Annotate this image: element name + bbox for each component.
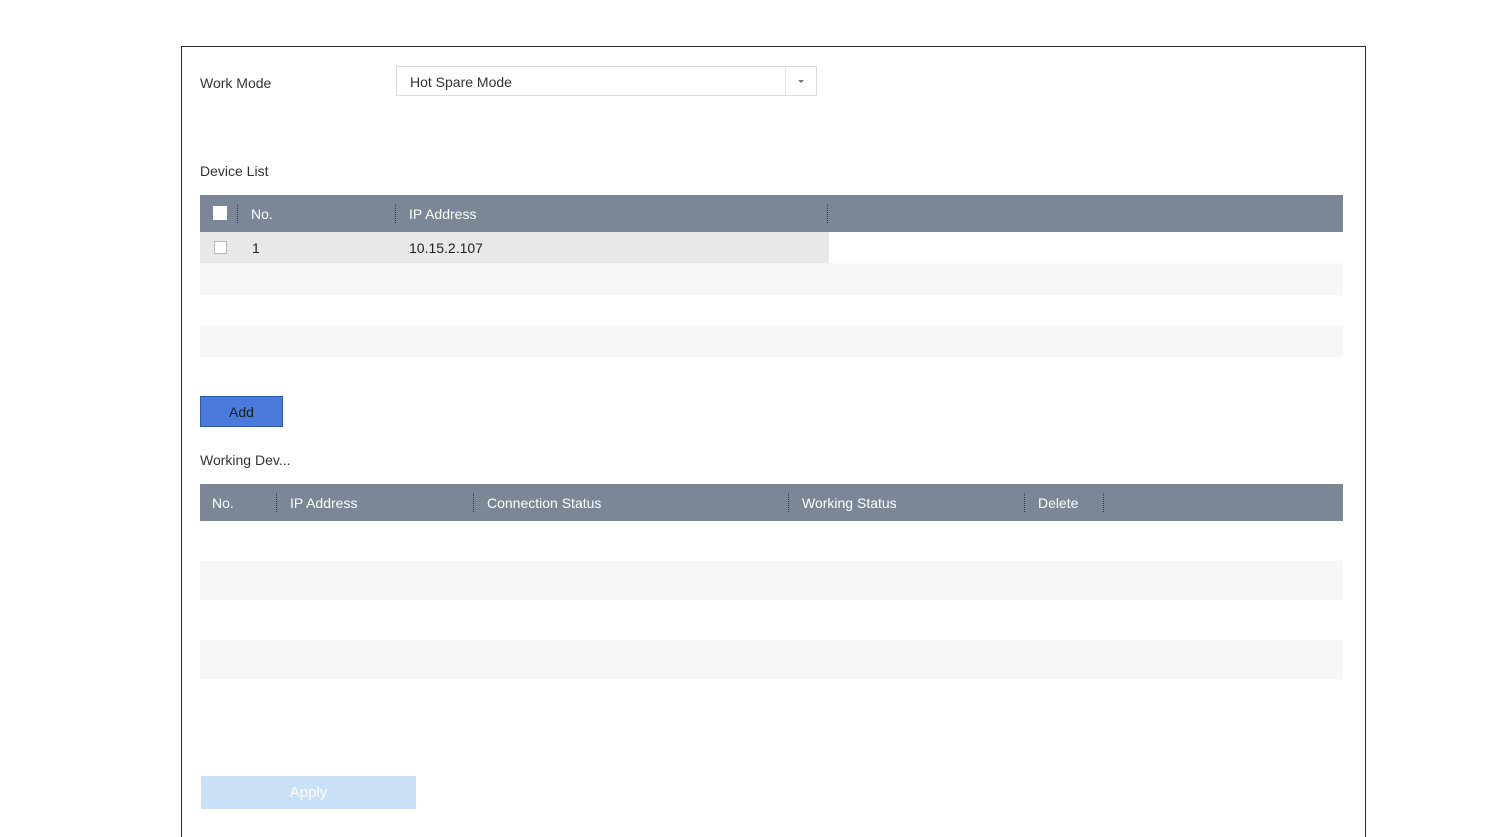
table-row-empty — [200, 326, 1343, 357]
column-separator[interactable] — [276, 493, 277, 512]
column-header-working-status[interactable]: Working Status — [802, 484, 897, 521]
apply-button[interactable]: Apply — [201, 776, 416, 809]
table-row-empty — [200, 263, 1343, 295]
table-row-empty — [200, 640, 1343, 679]
working-devices-title: Working Dev... — [200, 452, 291, 468]
table-row-empty — [200, 561, 1343, 600]
column-header-connection-status[interactable]: Connection Status — [487, 484, 601, 521]
column-header-ip-address[interactable]: IP Address — [409, 195, 476, 232]
column-separator[interactable] — [788, 493, 789, 512]
column-separator[interactable] — [473, 493, 474, 512]
chevron-down-icon[interactable] — [785, 67, 816, 95]
row-checkbox[interactable] — [214, 241, 227, 254]
column-header-delete[interactable]: Delete — [1038, 484, 1078, 521]
hot-spare-settings-panel: Work Mode Hot Spare Mode Device List No.… — [181, 46, 1366, 837]
column-header-no[interactable]: No. — [251, 195, 273, 232]
column-separator[interactable] — [237, 204, 238, 223]
column-separator[interactable] — [395, 204, 396, 223]
column-separator[interactable] — [1103, 493, 1104, 512]
column-header-no[interactable]: No. — [212, 484, 234, 521]
row-no: 1 — [252, 240, 260, 256]
add-button[interactable]: Add — [200, 396, 283, 427]
working-devices-header: No. IP Address Connection Status Working… — [200, 484, 1343, 521]
column-separator[interactable] — [1024, 493, 1025, 512]
work-mode-label: Work Mode — [200, 75, 272, 91]
work-mode-select[interactable]: Hot Spare Mode — [396, 66, 817, 96]
table-row[interactable]: 1 10.15.2.107 — [200, 232, 829, 263]
column-header-ip-address[interactable]: IP Address — [290, 484, 357, 521]
device-list-header: No. IP Address — [200, 195, 1343, 232]
work-mode-value: Hot Spare Mode — [410, 74, 512, 90]
column-separator[interactable] — [827, 204, 828, 223]
row-ip-address: 10.15.2.107 — [409, 240, 483, 256]
device-list-title: Device List — [200, 163, 269, 179]
select-all-checkbox[interactable] — [213, 206, 227, 220]
